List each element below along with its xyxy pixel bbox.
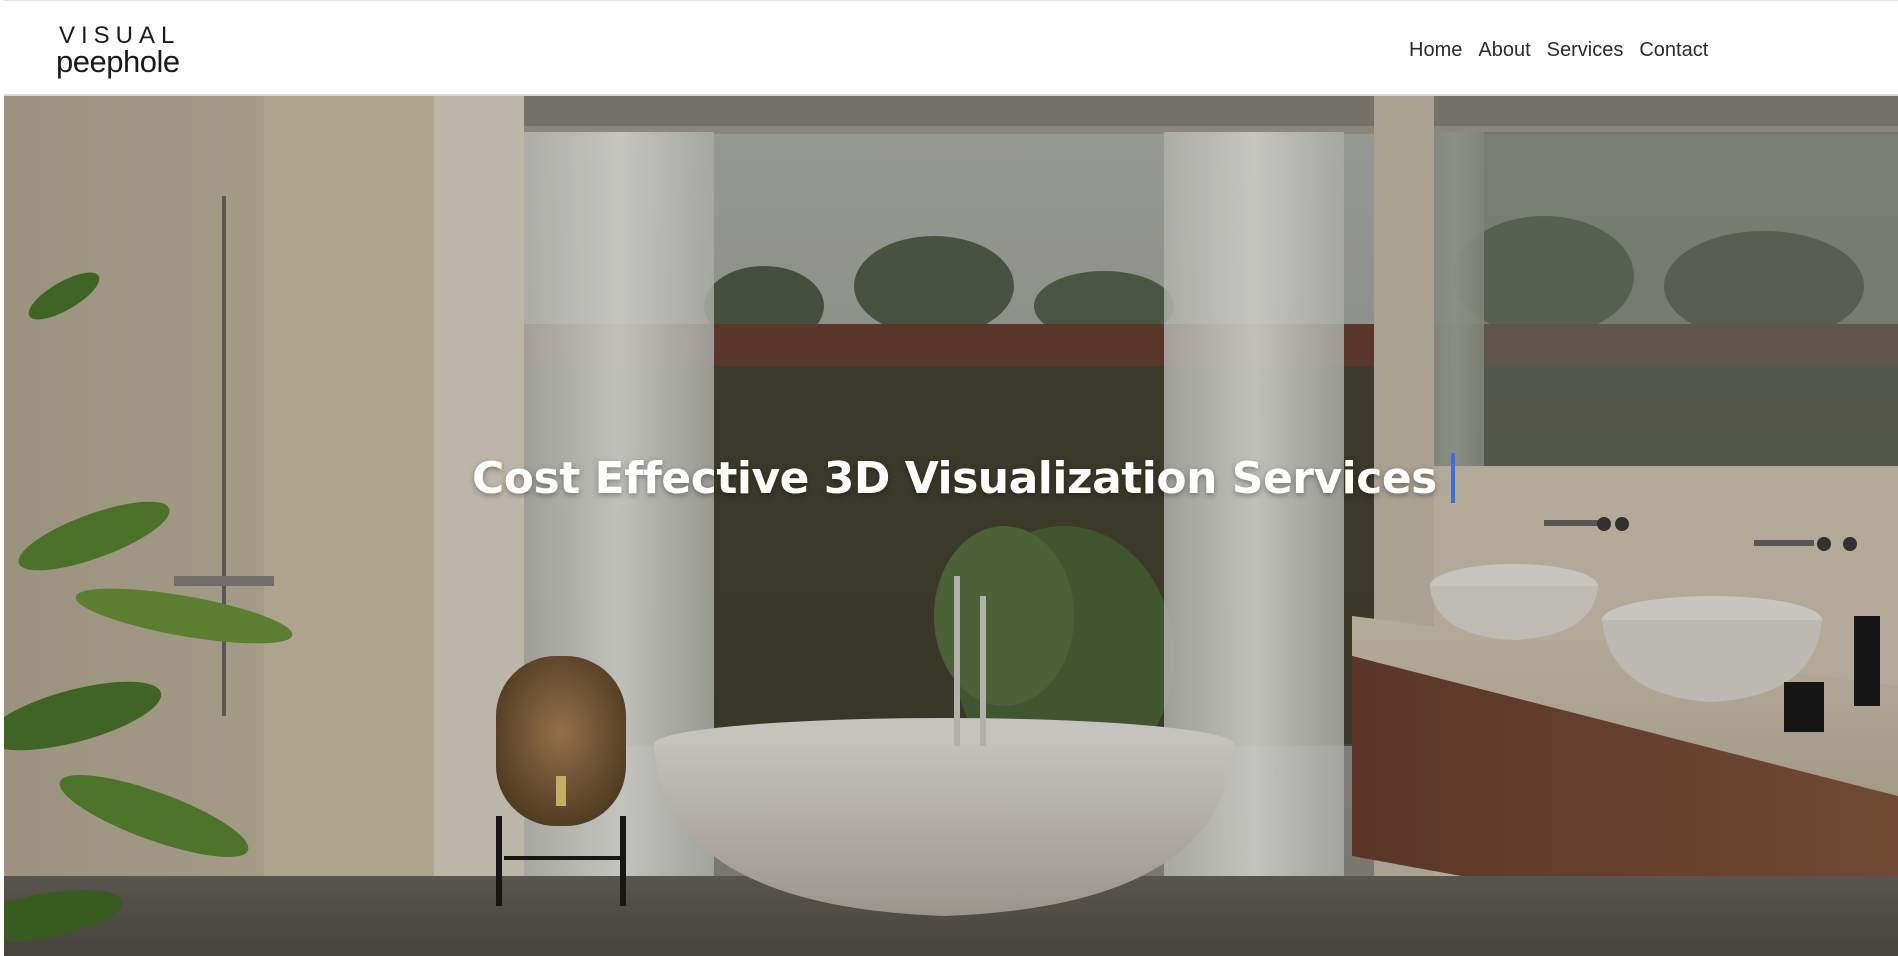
hero-section: Cost Effective 3D Visualization Services bbox=[4, 96, 1898, 956]
nav-home-link[interactable]: Home bbox=[1409, 37, 1462, 63]
page: VISUAL peephole Home About Services Cont… bbox=[4, 0, 1898, 956]
nav-about-link[interactable]: About bbox=[1478, 37, 1530, 63]
hero-headline: Cost Effective 3D Visualization Services bbox=[472, 446, 1455, 510]
brand-logo[interactable]: VISUAL peephole bbox=[56, 23, 216, 79]
hero-title: Cost Effective 3D Visualization Services bbox=[472, 452, 1437, 504]
typing-caret bbox=[1450, 453, 1455, 503]
nav-contact-link[interactable]: Contact bbox=[1639, 37, 1708, 63]
logo-word-peephole: peephole bbox=[56, 44, 180, 79]
navbar: VISUAL peephole Home About Services Cont… bbox=[4, 0, 1898, 96]
main-nav: Home About Services Contact bbox=[1409, 37, 1708, 63]
nav-services-link[interactable]: Services bbox=[1547, 37, 1624, 63]
hero-background-image bbox=[4, 96, 1898, 956]
